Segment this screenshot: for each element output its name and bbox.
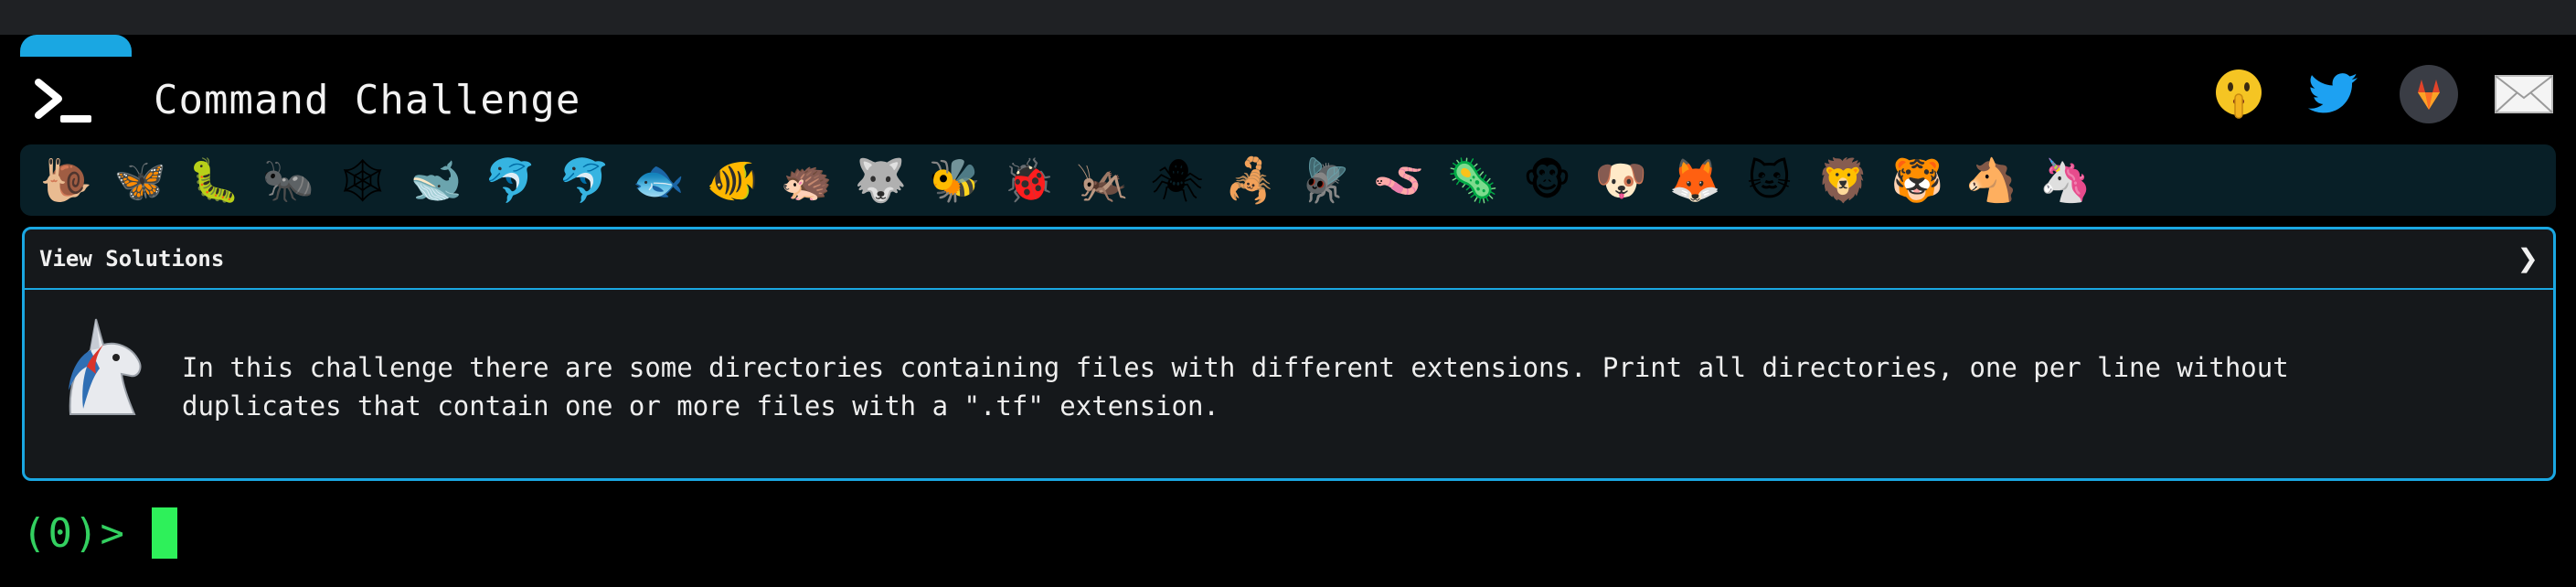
mail-icon[interactable] (2492, 62, 2556, 126)
ant-icon[interactable]: 🐜 (253, 148, 324, 212)
level-selector-bar: 🐌 🦋 🐛 🐜 🕸 🐋 🐬 🐬 🐟 🐠 🦔 🐺 🐝 🐞 🦗 🕷 🦂 🪰 🪱 🦠 … (20, 144, 2556, 216)
ladybug-icon[interactable]: 🐞 (994, 148, 1064, 212)
snail-icon[interactable]: 🐌 (31, 148, 101, 212)
page-title: Command Challenge (154, 77, 581, 123)
terminal-cursor[interactable] (151, 507, 177, 559)
header: Command Challenge (20, 57, 2556, 144)
chevron-right-icon: ❯ (2517, 243, 2539, 273)
accent-tab (20, 35, 132, 57)
fly-icon[interactable]: 🪰 (1290, 148, 1360, 212)
tiger-icon[interactable]: 🐯 (1882, 148, 1953, 212)
cricket-icon[interactable]: 🦗 (1068, 148, 1138, 212)
whale-icon[interactable]: 🐋 (401, 148, 472, 212)
twitter-icon[interactable] (2302, 62, 2366, 126)
bee-icon[interactable]: 🐝 (920, 148, 990, 212)
cat-icon[interactable]: 🐱 (1734, 148, 1804, 212)
view-solutions-label: View Solutions (39, 246, 225, 272)
spider-icon[interactable]: 🕷 (1142, 148, 1212, 212)
top-strip (0, 0, 2576, 35)
dolphin-2-icon[interactable]: 🐬 (549, 148, 620, 212)
command-prompt: (0)> (22, 509, 126, 557)
fox-icon[interactable]: 🦊 (1660, 148, 1730, 212)
terminal-prompt-icon (35, 79, 91, 123)
worm-icon[interactable]: 🪱 (1364, 148, 1434, 212)
butterfly-icon[interactable]: 🦋 (105, 148, 176, 212)
spider-web-icon[interactable]: 🕸 (327, 148, 398, 212)
unicorn-avatar-icon (69, 318, 142, 415)
scorpion-icon[interactable]: 🦂 (1216, 148, 1286, 212)
hedgehog-icon[interactable]: 🦔 (772, 148, 842, 212)
side-strip (0, 35, 20, 587)
caterpillar-icon[interactable]: 🐛 (179, 148, 250, 212)
unicorn-icon[interactable]: 🦄 (2030, 148, 2101, 212)
wolf-icon[interactable]: 🐺 (846, 148, 916, 212)
tropical-fish-icon[interactable]: 🐠 (697, 148, 768, 212)
social-links (2207, 62, 2556, 126)
dog-icon[interactable]: 🐶 (1586, 148, 1656, 212)
shushing-face-icon[interactable] (2207, 62, 2271, 126)
challenge-panel: View Solutions ❯ In this challenge there… (22, 227, 2556, 481)
horse-icon[interactable]: 🐴 (1956, 148, 2027, 212)
challenge-description: In this challenge there are some directo… (182, 352, 2289, 422)
lion-icon[interactable]: 🦁 (1808, 148, 1879, 212)
dolphin-icon[interactable]: 🐬 (475, 148, 546, 212)
command-line[interactable]: (0)> (22, 501, 177, 565)
microbe-icon[interactable]: 🦠 (1438, 148, 1508, 212)
monkey-icon[interactable]: 🐵 (1512, 148, 1582, 212)
view-solutions-toggle[interactable]: View Solutions ❯ (25, 229, 2553, 290)
fish-icon[interactable]: 🐟 (623, 148, 694, 212)
gitlab-icon[interactable] (2397, 62, 2461, 126)
